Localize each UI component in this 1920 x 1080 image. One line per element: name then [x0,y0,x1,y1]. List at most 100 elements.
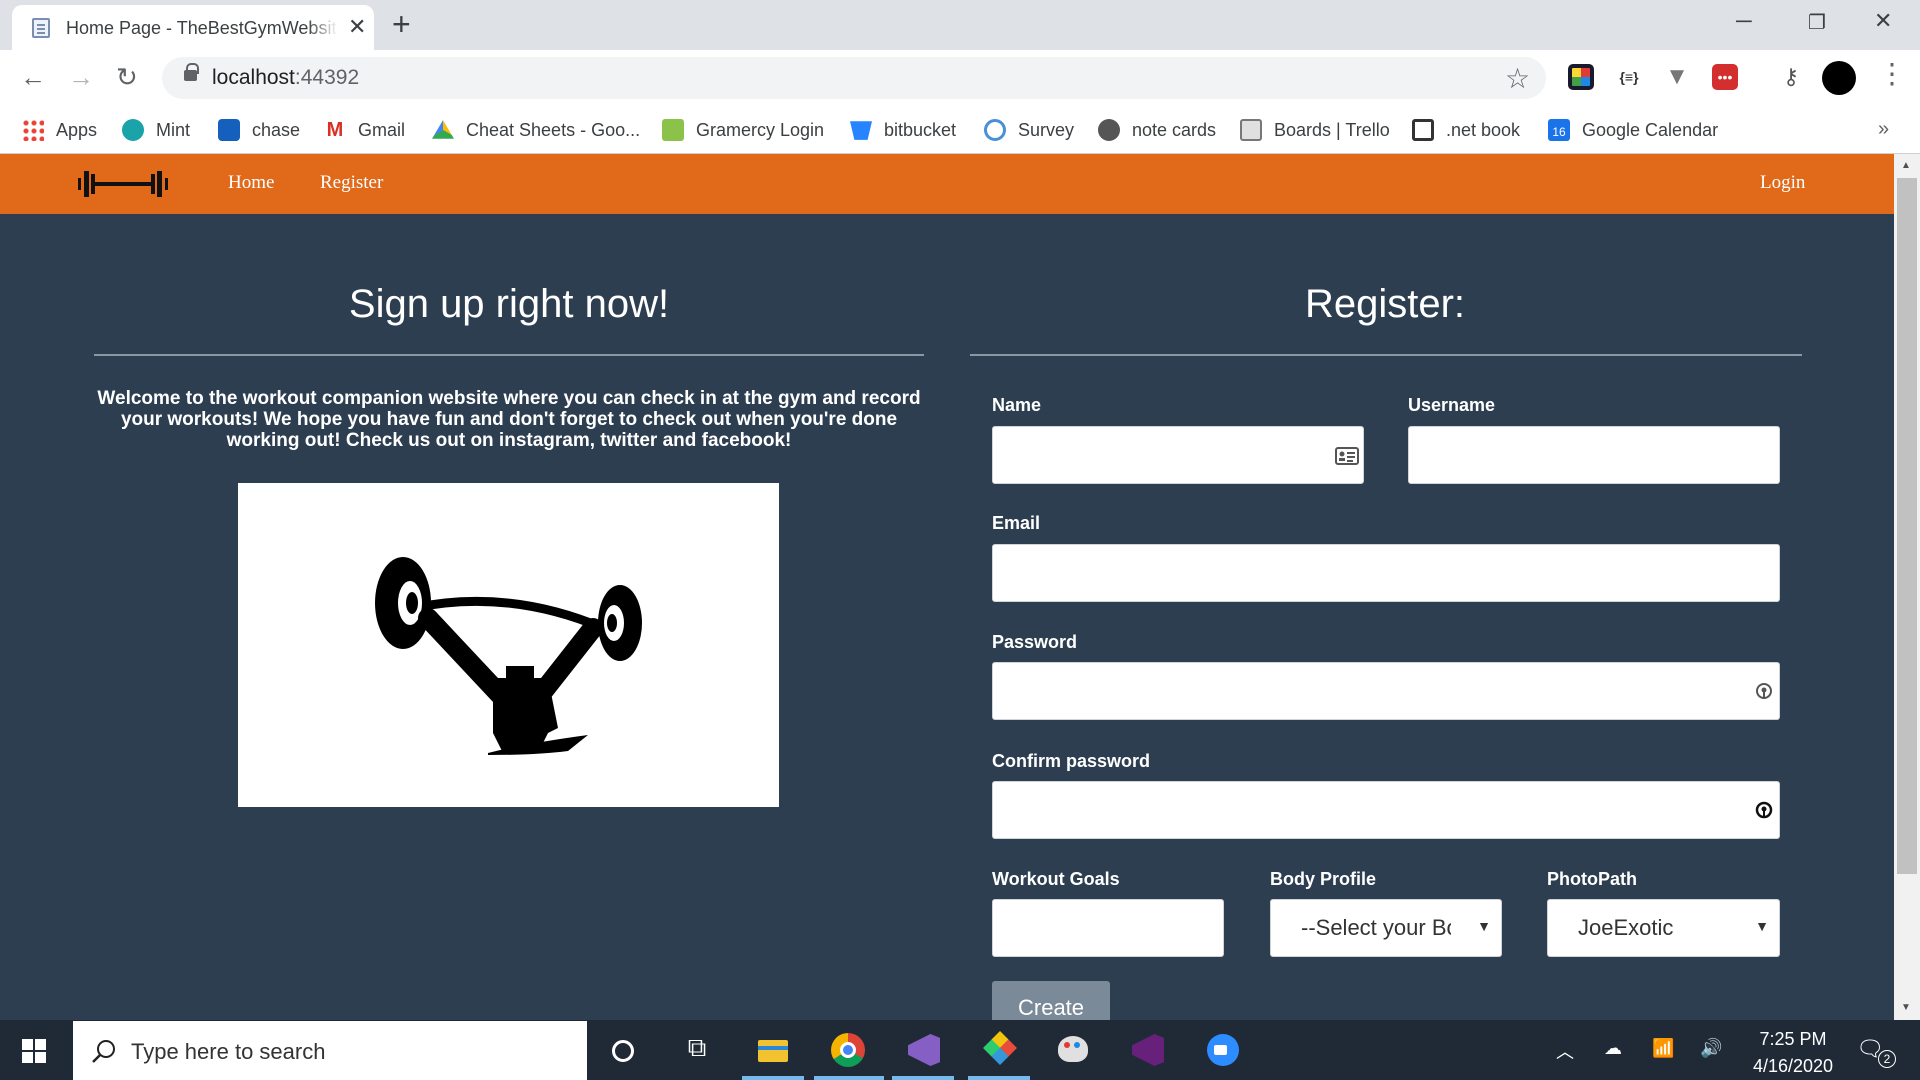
close-tab-icon[interactable]: ✕ [348,16,366,38]
bookmark-star-icon[interactable]: ☆ [1505,62,1530,95]
photo-path-select[interactable]: JoeExotic ▼ [1547,899,1780,957]
scrollbar-thumb[interactable] [1897,178,1917,874]
scroll-down-icon[interactable]: ▼ [1901,1002,1911,1013]
volume-icon[interactable]: 🔊 [1700,1038,1722,1059]
barbell-logo-icon[interactable] [78,168,168,200]
task-view-icon[interactable]: ⧉ [678,1032,716,1068]
red-extension-icon[interactable]: ••• [1712,64,1738,90]
password-manager-icon[interactable] [1755,682,1773,702]
extension-color-icon[interactable] [1568,64,1594,90]
create-button[interactable]: Create [992,981,1110,1020]
confirm-password-input[interactable] [992,781,1780,839]
address-bar[interactable]: localhost:44392 ☆ [162,57,1546,99]
bookmark-mint[interactable]: Mint [122,116,190,144]
browser-tab[interactable]: Home Page - TheBestGymWebsite ✕ [12,5,374,50]
wifi-icon[interactable]: 📶 [1652,1038,1674,1059]
bookmark-label: Gmail [358,119,406,140]
bookmarks-bar: Apps Mint chase M Gmail Cheat Sheets - G… [0,106,1920,154]
email-label: Email [992,513,1041,533]
body-profile-select[interactable]: --Select your Body Profile-- ▼ [1270,899,1502,957]
visual-studio-icon[interactable] [1128,1032,1166,1068]
reload-icon[interactable]: ↻ [116,62,138,92]
visual-studio-code-icon[interactable] [904,1032,942,1068]
json-extension-icon[interactable]: {≡} [1616,64,1642,90]
bookmark-label: Mint [156,119,191,140]
nav-login-link[interactable]: Login [1760,172,1805,194]
url-port: :44392 [294,66,360,89]
bookmark-label: Google Calendar [1582,119,1719,140]
page-favicon-icon [32,18,50,38]
building-icon [662,119,684,141]
profile-avatar[interactable] [1822,61,1856,95]
create-button-label: Create [1018,995,1085,1020]
password-input[interactable] [992,662,1780,720]
tab-title: Home Page - TheBestGymWebsite [66,18,338,39]
bookmark-bitbucket[interactable]: bitbucket [850,116,956,144]
onedrive-icon[interactable]: ☁ [1604,1038,1622,1059]
key-icon[interactable]: ⚷ [1778,64,1804,90]
restore-icon[interactable]: ❐ [1808,10,1826,35]
browser-menu-icon[interactable]: ⋮ [1878,60,1906,88]
page-scrollbar[interactable]: ▲ ▼ [1894,154,1920,1020]
weightlifter-image [238,483,779,807]
bookmark-chase[interactable]: chase [218,116,300,144]
web-page: Home Register Login Sign up right now! W… [0,154,1894,1020]
password-label: Password [992,632,1078,652]
paint-app-icon[interactable] [1054,1032,1092,1068]
nav-register-link[interactable]: Register [320,172,383,194]
email-input[interactable] [992,544,1780,602]
git-app-icon[interactable] [980,1031,1018,1068]
scroll-up-icon[interactable]: ▲ [1901,160,1911,171]
bookmark-label: Survey [1018,119,1075,140]
tray-overflow-icon[interactable]: ︿ [1556,1038,1574,1064]
bookmark-note-cards[interactable]: note cards [1098,116,1216,144]
forward-icon[interactable]: → [68,62,94,92]
bookmark-trello[interactable]: Boards | Trello [1240,116,1390,144]
bookmark-label: note cards [1132,119,1217,140]
cortana-icon[interactable] [604,1032,642,1068]
name-input[interactable] [992,426,1364,484]
password-manager-icon[interactable] [1755,801,1773,821]
notification-count-badge: 2 [1878,1050,1896,1068]
back-icon[interactable]: ← [20,62,46,92]
zoom-icon[interactable] [1204,1032,1242,1068]
file-explorer-icon[interactable] [754,1032,792,1068]
contact-card-icon[interactable] [1335,447,1359,465]
active-indicator [814,1076,884,1080]
bookmark-label: Boards | Trello [1274,119,1390,140]
bookmark-net-book[interactable]: .net book [1412,116,1520,144]
minimize-icon[interactable]: ─ [1736,8,1752,34]
right-divider [970,354,1802,356]
site-navbar: Home Register Login [0,154,1894,214]
dropdown-arrow-icon: ▼ [1755,918,1769,934]
username-input[interactable] [1408,426,1780,484]
active-indicator [968,1076,1030,1080]
windows-start-icon[interactable] [22,1039,46,1063]
globe-icon [1098,119,1120,141]
survey-icon [984,119,1006,141]
body-profile-selected: --Select your Body Profile-- [1301,915,1451,940]
new-tab-button[interactable]: + [392,8,411,40]
username-label: Username [1408,395,1496,415]
bookmark-apps[interactable]: Apps [22,116,97,144]
bookmark-google-calendar[interactable]: 16 Google Calendar [1548,116,1718,144]
chrome-icon[interactable] [828,1032,866,1068]
workout-goals-input[interactable] [992,899,1224,957]
search-icon [92,1040,115,1063]
bookmark-label: Cheat Sheets - Goo... [466,119,641,140]
bookmark-gmail[interactable]: M Gmail [324,116,405,144]
vue-extension-icon[interactable]: ▼ [1664,64,1690,90]
bookmark-cheat-sheets[interactable]: Cheat Sheets - Goo... [432,116,640,144]
browser-tab-strip: Home Page - TheBestGymWebsite ✕ + ─ ❐ ✕ [0,0,1920,50]
taskbar-search-box[interactable]: Type here to search [73,1021,587,1080]
nav-home-link[interactable]: Home [228,172,274,194]
calendar-icon: 16 [1548,119,1570,141]
system-clock[interactable]: 7:25 PM 4/16/2020 [1738,1026,1848,1080]
browser-toolbar: ← → ↻ localhost:44392 ☆ {≡} ▼ ••• ⚷ ⋮ [0,50,1920,106]
more-bookmarks-button[interactable]: » [1878,118,1889,141]
mint-icon [122,119,144,141]
bookmark-survey[interactable]: Survey [984,116,1074,144]
close-window-icon[interactable]: ✕ [1874,8,1892,34]
bookmark-gramercy[interactable]: Gramercy Login [662,116,824,144]
bookmark-label: bitbucket [884,119,957,140]
